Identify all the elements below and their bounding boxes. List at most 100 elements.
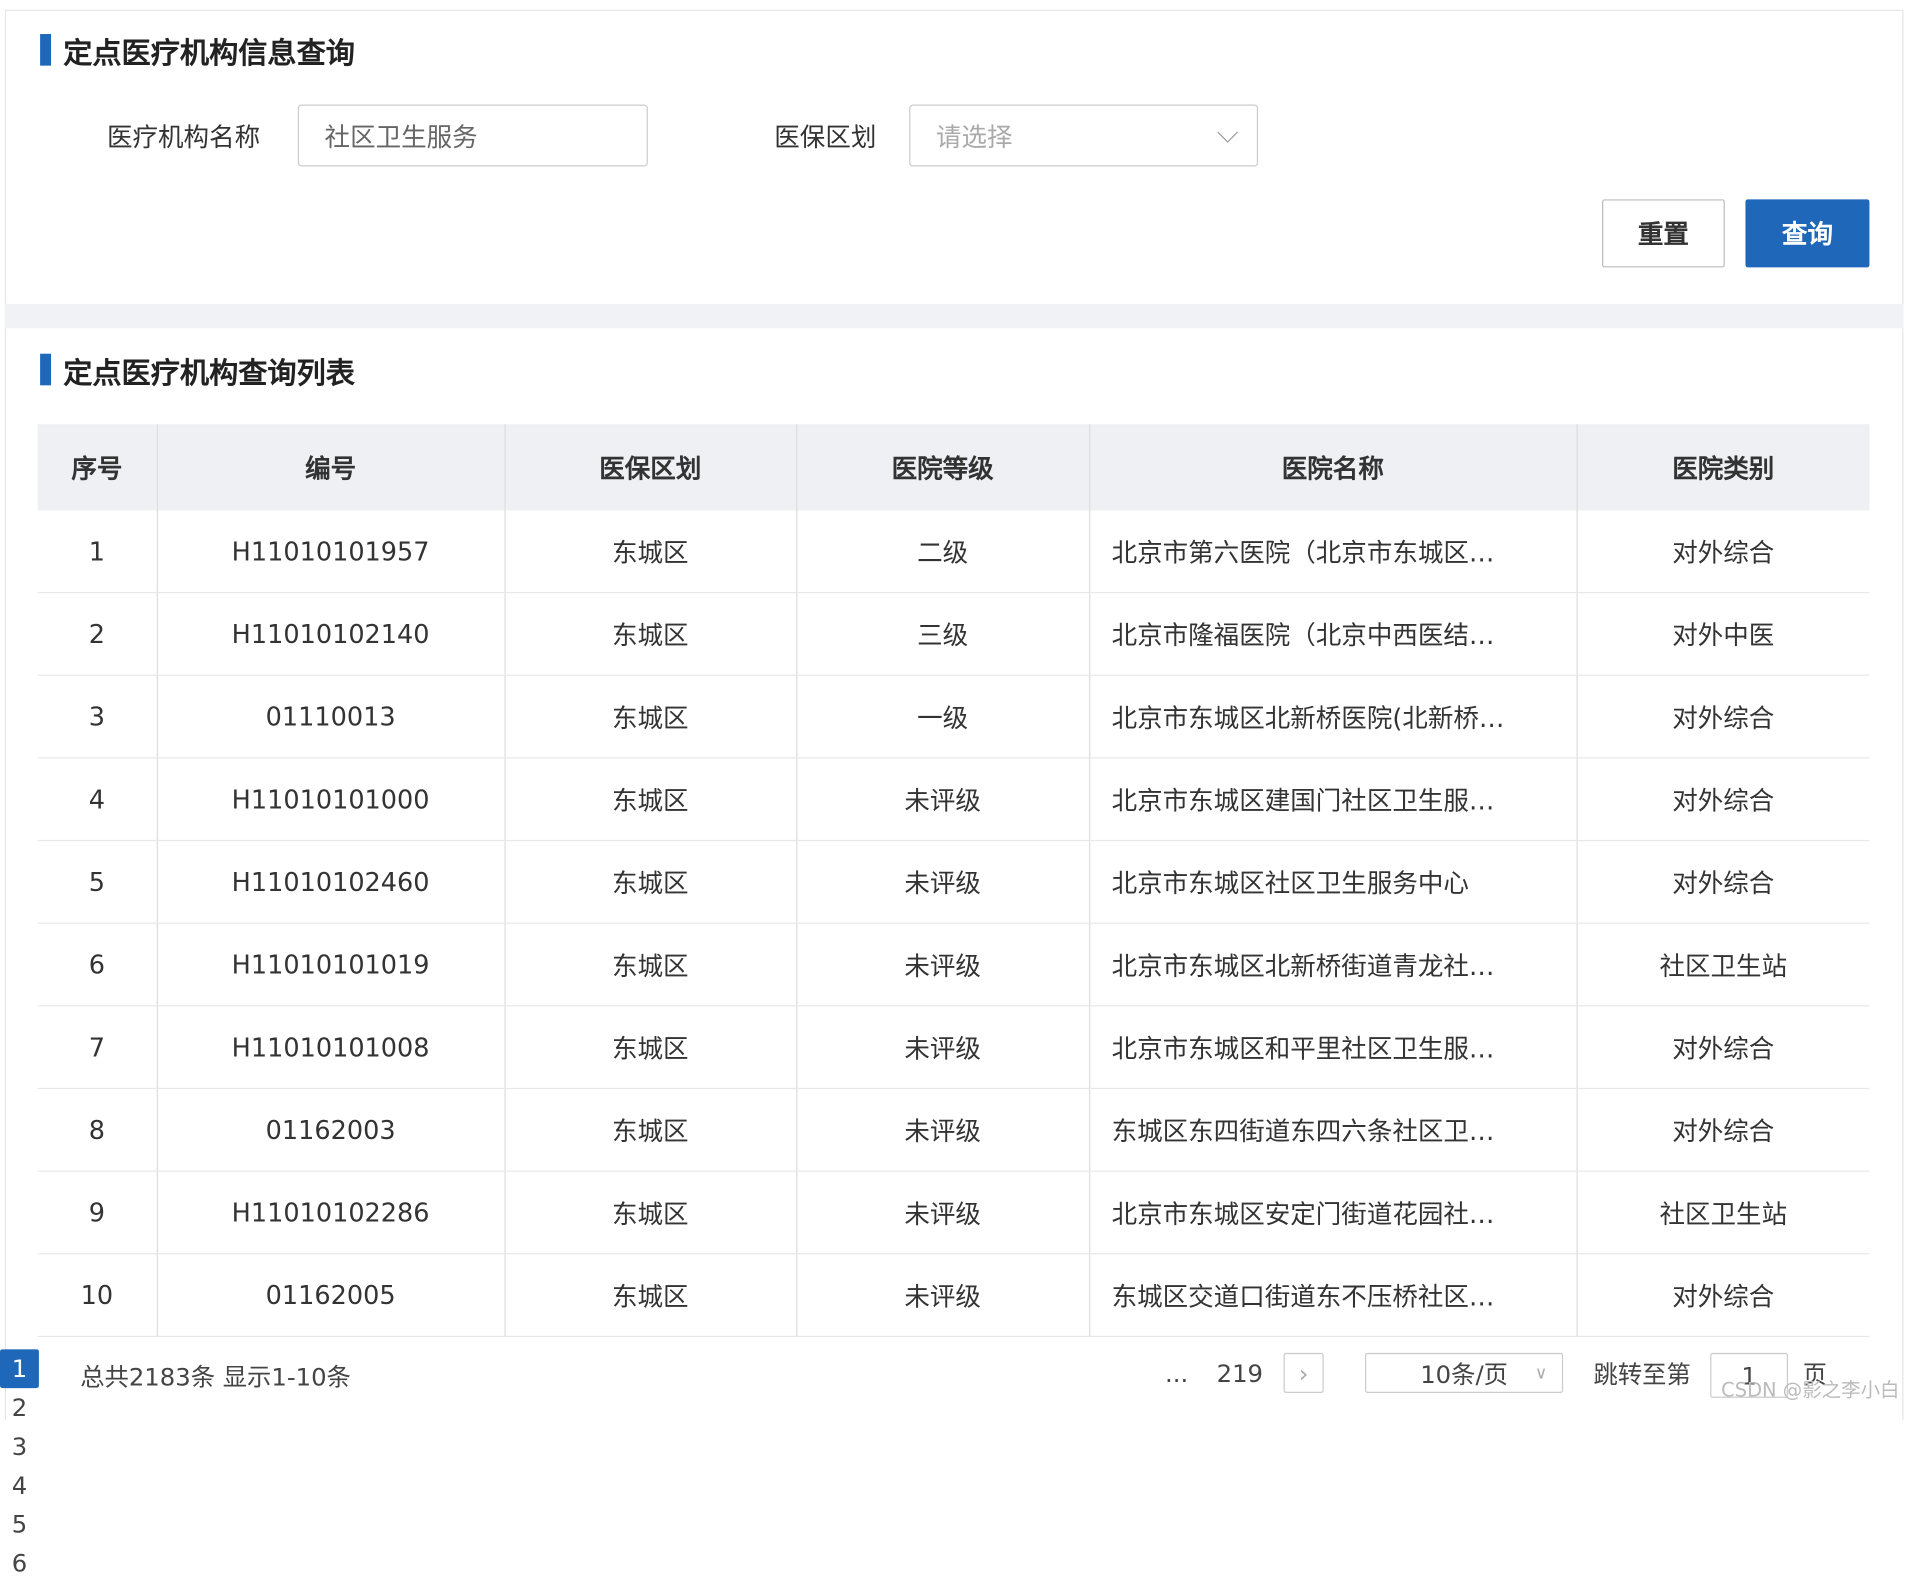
table-row[interactable]: 6 H11010101019 东城区 未评级 北京市东城区北新桥街道青龙社… 社区卫生站 [37, 923, 1870, 1007]
watermark: CSDN @影之李小白 [1721, 1378, 1900, 1402]
table-row[interactable]: 9 H11010102286 东城区 未评级 北京市东城区安定门街道花园社… 社区卫生站 [37, 1171, 1870, 1255]
list-title-text: 定点医疗机构查询列表 [63, 355, 355, 390]
column-header: 医院等级 [796, 424, 1090, 511]
cell-district: 东城区 [504, 1005, 797, 1090]
cell-category: 社区卫生站 [1576, 923, 1870, 1007]
cell-district: 东城区 [504, 840, 797, 924]
cell-grade: 三级 [796, 592, 1090, 676]
cell-row-index: 6 [37, 923, 158, 1007]
chevron-right-icon: › [1298, 1358, 1309, 1388]
page-3[interactable]: 3 [0, 1427, 39, 1466]
cell-grade: 一级 [796, 675, 1090, 759]
table-row[interactable]: 3 01110013 东城区 一级 北京市东城区北新桥医院(北新桥… 对外综合 [37, 675, 1870, 759]
cell-category: 对外综合 [1576, 675, 1870, 759]
reset-button[interactable]: 重置 [1602, 199, 1725, 268]
page-5[interactable]: 5 [0, 1505, 39, 1544]
cell-row-index: 10 [37, 1253, 158, 1338]
cell-district: 东城区 [504, 510, 797, 594]
cell-district: 东城区 [504, 1171, 797, 1255]
column-header: 医院类别 [1576, 424, 1870, 511]
cell-name: 北京市东城区社区卫生服务中心 [1089, 840, 1578, 924]
cell-category: 社区卫生站 [1576, 1171, 1870, 1255]
table-row[interactable]: 5 H11010102460 东城区 未评级 北京市东城区社区卫生服务中心 对外综合 [37, 840, 1870, 924]
cell-district: 东城区 [504, 675, 797, 759]
cell-row-index: 2 [37, 592, 158, 676]
table-row[interactable]: 2 H11010102140 东城区 三级 北京市隆福医院（北京中西医结… 对外中医 [37, 592, 1870, 676]
cell-row-index: 8 [37, 1088, 158, 1172]
column-header: 编号 [156, 424, 506, 511]
cell-name: 北京市东城区建国门社区卫生服… [1089, 757, 1578, 842]
cell-name: 东城区交道口街道东不压桥社区… [1089, 1253, 1578, 1338]
table-row[interactable]: 8 01162003 东城区 未评级 东城区东四街道东四六条社区卫… 对外综合 [37, 1088, 1870, 1172]
page-size-value: 10条/页 [1420, 1360, 1508, 1390]
pagination-ellipsis: ... [1164, 1358, 1189, 1389]
page-6[interactable]: 6 [0, 1544, 39, 1583]
page-1[interactable]: 1 [0, 1349, 39, 1389]
list-section-title: 定点医疗机构查询列表 [40, 353, 355, 390]
page-4[interactable]: 4 [0, 1466, 39, 1505]
cell-district: 东城区 [504, 923, 797, 1007]
cell-name: 北京市东城区北新桥街道青龙社… [1089, 923, 1578, 1007]
institution-name-label: 医疗机构名称 [106, 122, 261, 152]
table-row[interactable]: 4 H11010101000 东城区 未评级 北京市东城区建国门社区卫生服… 对外综合 [37, 757, 1870, 842]
cell-name: 北京市东城区安定门街道花园社… [1089, 1171, 1578, 1255]
column-header: 序号 [37, 424, 158, 511]
cell-grade: 未评级 [796, 1253, 1090, 1338]
district-placeholder: 请选择 [935, 122, 1013, 152]
search-section-title: 定点医疗机构信息查询 [40, 34, 355, 70]
cell-district: 东城区 [504, 592, 797, 676]
cell-code: H11010101008 [156, 1005, 506, 1090]
cell-code: 01110013 [156, 675, 506, 759]
district-label: 医保区划 [774, 122, 877, 152]
cell-grade: 未评级 [796, 1088, 1090, 1172]
column-header: 医保区划 [504, 424, 797, 511]
cell-name: 北京市第六医院（北京市东城区… [1089, 510, 1578, 594]
cell-category: 对外综合 [1576, 1088, 1870, 1172]
title-accent-bar [40, 34, 52, 66]
cell-code: H11010102286 [156, 1171, 506, 1255]
cell-grade: 未评级 [796, 757, 1090, 842]
cell-district: 东城区 [504, 1088, 797, 1172]
cell-code: 01162003 [156, 1088, 506, 1172]
cell-row-index: 3 [37, 675, 158, 759]
cell-row-index: 9 [37, 1171, 158, 1255]
cell-grade: 未评级 [796, 923, 1090, 1007]
section-divider [4, 303, 1904, 329]
cell-category: 对外中医 [1576, 592, 1870, 676]
cell-name: 北京市隆福医院（北京中西医结… [1089, 592, 1578, 676]
cell-row-index: 7 [37, 1005, 158, 1090]
cell-grade: 未评级 [796, 840, 1090, 924]
cell-row-index: 4 [37, 757, 158, 842]
cell-district: 东城区 [504, 757, 797, 842]
query-button[interactable]: 查询 [1745, 199, 1870, 268]
cell-code: H11010101019 [156, 923, 506, 1007]
pagination: 总共2183条 显示1-10条 123456 ... 219 › 10条/页 ∨ … [0, 1349, 1906, 1578]
cell-name: 东城区东四街道东四六条社区卫… [1089, 1088, 1578, 1172]
jump-label: 跳转至第 [1593, 1360, 1691, 1390]
cell-grade: 未评级 [796, 1005, 1090, 1090]
next-page-button[interactable]: › [1283, 1352, 1324, 1393]
cell-category: 对外综合 [1576, 840, 1870, 924]
cell-name: 北京市东城区和平里社区卫生服… [1089, 1005, 1578, 1090]
cell-grade: 未评级 [796, 1171, 1090, 1255]
page-last[interactable]: 219 [1213, 1354, 1266, 1393]
cell-grade: 二级 [796, 510, 1090, 594]
district-select[interactable]: 请选择 [909, 104, 1259, 167]
table-row[interactable]: 7 H11010101008 东城区 未评级 北京市东城区和平里社区卫生服… 对外综合 [37, 1005, 1870, 1090]
table-row[interactable]: 10 01162005 东城区 未评级 东城区交道口街道东不压桥社区… 对外综合 [37, 1253, 1870, 1338]
cell-code: H11010102140 [156, 592, 506, 676]
cell-code: H11010101957 [156, 510, 506, 594]
page-size-select[interactable]: 10条/页 ∨ [1365, 1352, 1564, 1393]
institution-name-input[interactable]: 社区卫生服务 [297, 104, 648, 167]
table-row[interactable]: 1 H11010101957 东城区 二级 北京市第六医院（北京市东城区… 对外综合 [37, 510, 1870, 594]
chevron-down-icon [1217, 122, 1238, 143]
pagination-summary: 总共2183条 显示1-10条 [80, 1362, 351, 1392]
page-2[interactable]: 2 [0, 1388, 39, 1427]
cell-row-index: 1 [37, 510, 158, 594]
cell-category: 对外综合 [1576, 510, 1870, 594]
cell-name: 北京市东城区北新桥医院(北新桥… [1089, 675, 1578, 759]
cell-code: H11010101000 [156, 757, 506, 842]
cell-row-index: 5 [37, 840, 158, 924]
cell-category: 对外综合 [1576, 1005, 1870, 1090]
cell-code: 01162005 [156, 1253, 506, 1338]
